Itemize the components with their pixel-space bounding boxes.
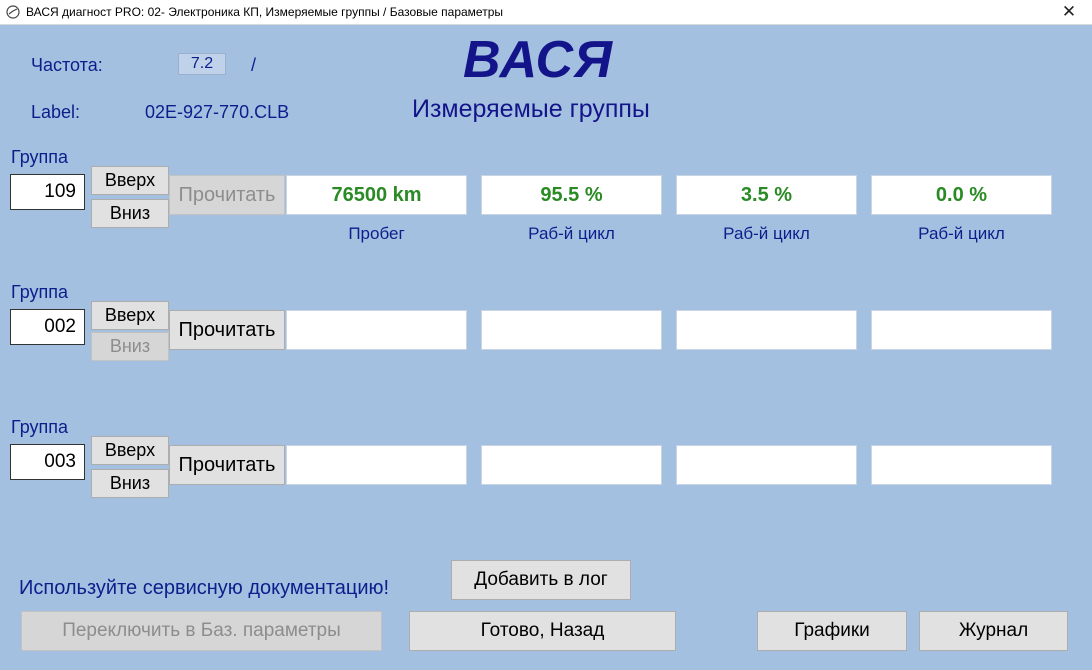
group-1-unit-4: Раб-й цикл — [918, 224, 1005, 243]
group-2-number-input[interactable]: 002 — [10, 309, 85, 345]
group-2-value-4 — [871, 310, 1052, 350]
close-icon: ✕ — [1061, 2, 1077, 21]
group-3-number-input[interactable]: 003 — [10, 444, 85, 480]
group-3-read-button[interactable]: Прочитать — [169, 445, 285, 485]
gauge-icon — [6, 5, 20, 19]
group-3-value-2 — [481, 445, 662, 485]
group-2-value-2 — [481, 310, 662, 350]
group-3-value-3 — [676, 445, 857, 485]
add-to-log-button[interactable]: Добавить в лог — [451, 560, 631, 600]
group-3-value-4 — [871, 445, 1052, 485]
group-3-label: Группа — [11, 417, 69, 437]
window-title: ВАСЯ диагност PRO: 02- Электроника КП, И… — [26, 5, 503, 19]
title-bar: ВАСЯ диагност PRO: 02- Электроника КП, И… — [0, 0, 1092, 25]
group-1-unit-1: Пробег — [348, 224, 405, 243]
group-3-down-button[interactable]: Вниз — [91, 469, 169, 498]
done-back-button[interactable]: Готово, Назад — [409, 611, 676, 651]
group-2-down-button[interactable]: Вниз — [91, 332, 169, 361]
group-2-up-button[interactable]: Вверх — [91, 301, 169, 330]
group-3-up-button[interactable]: Вверх — [91, 436, 169, 465]
group-1-unit-2: Раб-й цикл — [528, 224, 615, 243]
group-1-number-input[interactable]: 109 — [10, 174, 85, 210]
frequency-label: Частота: — [31, 55, 103, 75]
group-1-up-button[interactable]: Вверх — [91, 166, 169, 195]
close-button[interactable]: ✕ — [1046, 0, 1092, 25]
group-1-unit-3: Раб-й цикл — [723, 224, 810, 243]
group-3-value-1 — [286, 445, 467, 485]
service-doc-notice: Используйте сервисную документацию! — [19, 577, 390, 599]
label-caption: Label: — [31, 102, 81, 122]
group-1-value-4: 0.0 % — [871, 175, 1052, 215]
group-1-label: Группа — [11, 147, 69, 167]
label-value: 02E-927-770.CLB — [145, 102, 290, 122]
group-2-value-3 — [676, 310, 857, 350]
group-1-value-1: 76500 km — [286, 175, 467, 215]
group-1-value-2: 95.5 % — [481, 175, 662, 215]
page-title: Измеряемые группы — [412, 95, 650, 123]
frequency-separator: / — [251, 55, 257, 75]
switch-basic-params-button[interactable]: Переключить в Баз. параметры — [21, 611, 382, 651]
group-2-label: Группа — [11, 282, 69, 302]
group-1-read-button[interactable]: Прочитать — [169, 175, 285, 215]
frequency-value: 7.2 — [178, 53, 226, 75]
journal-button[interactable]: Журнал — [919, 611, 1068, 651]
graphs-button[interactable]: Графики — [757, 611, 907, 651]
group-1-value-3: 3.5 % — [676, 175, 857, 215]
group-2-read-button[interactable]: Прочитать — [169, 310, 285, 350]
group-1-down-button[interactable]: Вниз — [91, 199, 169, 228]
group-2-value-1 — [286, 310, 467, 350]
brand-logo: ВАСЯ — [463, 31, 613, 89]
